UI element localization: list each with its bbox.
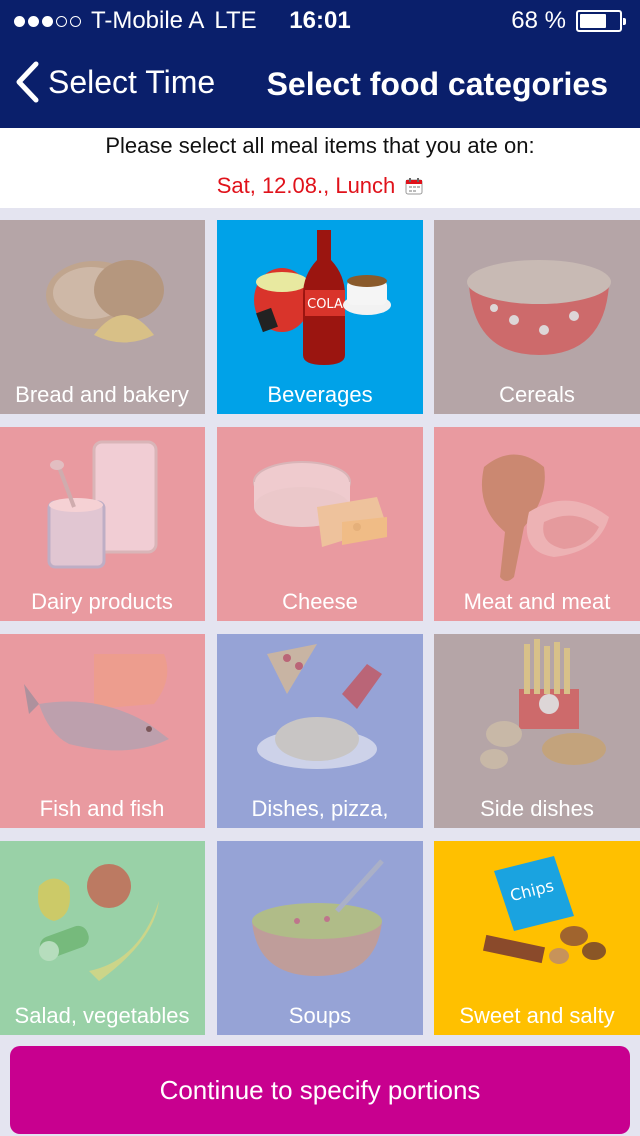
vegetables-icon <box>38 864 159 981</box>
battery-icon <box>576 10 626 32</box>
fish-icon <box>24 654 169 751</box>
category-tile-soups[interactable]: Soups <box>217 841 423 1035</box>
bread-icon <box>46 260 164 343</box>
back-button[interactable]: Select Time <box>14 60 215 104</box>
category-tile-salad-vegetables[interactable]: Salad, vegetables <box>0 841 205 1035</box>
pasta-pizza-icon <box>257 644 382 769</box>
category-tile-side-dishes[interactable]: Side dishes <box>434 634 640 828</box>
back-button-label: Select Time <box>48 63 216 100</box>
category-label: Beverages <box>267 382 373 407</box>
category-tile-cheese[interactable]: Cheese <box>217 427 423 621</box>
category-tile-fish-and-fish[interactable]: Fish and fish <box>0 634 205 828</box>
soup-bowl-icon <box>252 859 384 976</box>
fries-potato-icon <box>480 639 606 769</box>
cereal-bowl-icon <box>467 260 611 355</box>
category-tile-meat-and-meat[interactable]: Meat and meat <box>434 427 640 621</box>
category-label: Sweet and salty <box>459 1003 615 1028</box>
svg-text:COLA: COLA <box>307 297 343 312</box>
category-tile-cereals[interactable]: Cereals <box>434 220 640 414</box>
chevron-left-icon <box>16 61 39 103</box>
category-label: Soups <box>288 1003 352 1028</box>
meal-info-header: Please select all meal items that you at… <box>0 128 640 208</box>
category-label: Cheese <box>282 589 358 614</box>
cheese-icon <box>253 461 387 547</box>
category-label: Bread and bakery <box>15 382 189 407</box>
status-bar: T-Mobile A LTE 16:01 68 % <box>0 0 640 40</box>
meat-icon <box>481 454 609 581</box>
category-label: Fish and fish <box>39 796 165 821</box>
milk-glass-icon <box>47 440 158 569</box>
category-label: Salad, vegetables <box>14 1003 190 1028</box>
category-label: Side dishes <box>480 796 594 821</box>
meal-date: Sat, 12.08., Lunch <box>216 173 396 198</box>
category-label: Cereals <box>499 382 575 407</box>
page-title: Select food categories <box>266 66 608 102</box>
instruction-text: Please select all meal items that you at… <box>105 133 535 158</box>
cola-bottle-icon: COLA <box>254 230 391 365</box>
category-tile-dairy-products[interactable]: Dairy products <box>0 427 205 621</box>
continue-button[interactable]: Continue to specify portions <box>10 1046 630 1134</box>
category-label: Dairy products <box>31 589 173 614</box>
battery-percent: 68 % <box>511 7 566 34</box>
battery-level <box>580 14 606 28</box>
category-tile-beverages[interactable]: COLA Beverages <box>217 220 423 414</box>
meal-date-row[interactable]: Sat, 12.08., Lunch <box>0 173 640 199</box>
status-right: 68 % <box>511 7 626 35</box>
category-tile-bread-and-bakery[interactable]: Bread and bakery <box>0 220 205 414</box>
navigation-bar: Select Time Select food categories <box>0 40 640 128</box>
category-label: Dishes, pizza, <box>251 796 389 821</box>
calendar-icon <box>405 178 423 195</box>
category-label: Meat and meat <box>463 589 611 614</box>
category-tile-dishes-pizza[interactable]: Dishes, pizza, <box>217 634 423 828</box>
category-tile-sweet-and-salty[interactable]: Chips Sweet and salty <box>434 841 640 1035</box>
chips-nuts-icon: Chips <box>482 856 606 964</box>
